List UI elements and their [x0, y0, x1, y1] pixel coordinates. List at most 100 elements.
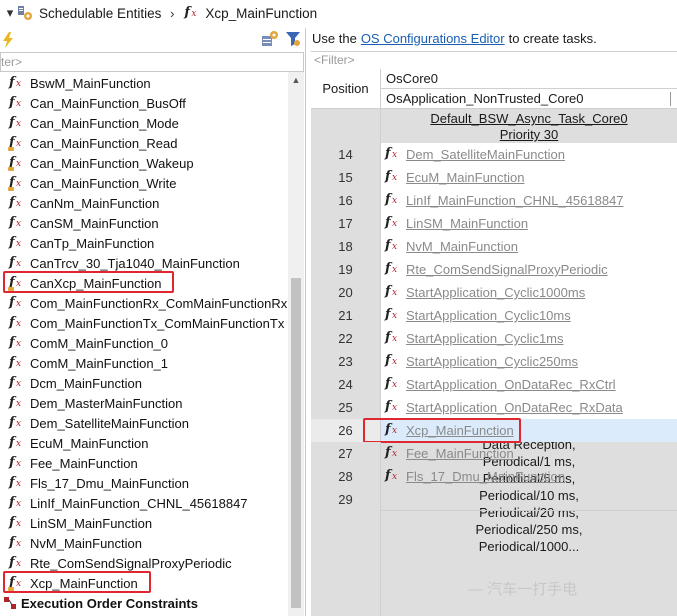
application-header[interactable]: OsApplication_NonTrusted_Core0	[381, 89, 677, 109]
row-entity-cell[interactable]: f x Fls_17_Dmu_MainFunction	[381, 465, 677, 488]
task-entity-row[interactable]: 17 f x LinSM_MainFunction	[311, 212, 677, 235]
task-entity-row[interactable]: 29	[311, 488, 677, 511]
core-header[interactable]: OsCore0	[381, 69, 677, 89]
tree-item[interactable]: f x Can_MainFunction_Mode	[0, 113, 288, 133]
tree-item[interactable]: f x CanSM_MainFunction	[0, 213, 288, 233]
tree-item[interactable]: f x ComM_MainFunction_1	[0, 353, 288, 373]
breadcrumb-root[interactable]: ▾ Schedulable Entities	[3, 0, 162, 26]
editor-hint: Use the OS Configurations Editor to crea…	[307, 28, 677, 48]
breadcrumb-current[interactable]: fx Xcp_MainFunction	[183, 0, 317, 26]
row-entity-cell[interactable]: f x NvM_MainFunction	[381, 235, 677, 258]
task-entity-row[interactable]: 15 f x EcuM_MainFunction	[311, 166, 677, 189]
scroll-thumb[interactable]	[291, 278, 301, 608]
tree-item[interactable]: f x CanTrcv_30_Tja1040_MainFunction	[0, 253, 288, 273]
task-entity-row[interactable]: 25 f x StartApplication_OnDataRec_RxData	[311, 396, 677, 419]
os-configurations-editor-link[interactable]: OS Configurations Editor	[361, 31, 505, 46]
tree-item[interactable]: f x Com_MainFunctionTx_ComMainFunctionTx	[0, 313, 288, 333]
row-entity-cell[interactable]: f x Rte_ComSendSignalProxyPeriodic	[381, 258, 677, 281]
tree-item[interactable]: f x Fls_17_Dmu_MainFunction	[0, 473, 288, 493]
row-entity-name[interactable]: StartApplication_OnDataRec_RxCtrl	[406, 377, 616, 392]
row-entity-name[interactable]: Xcp_MainFunction	[406, 423, 514, 438]
row-entity-cell[interactable]: f x StartApplication_Cyclic1ms	[381, 327, 677, 350]
row-position: 26	[311, 419, 381, 442]
row-entity-name[interactable]: Fls_17_Dmu_MainFunction	[406, 469, 565, 484]
task-entity-row[interactable]: 18 f x NvM_MainFunction	[311, 235, 677, 258]
row-entity-cell[interactable]: f x Dem_SatelliteMainFunction	[381, 143, 677, 166]
tree-item[interactable]: f x Dcm_MainFunction	[0, 373, 288, 393]
entities-gear-icon	[18, 6, 32, 20]
task-entity-row[interactable]: 23 f x StartApplication_Cyclic250ms	[311, 350, 677, 373]
row-entity-cell[interactable]: f x StartApplication_OnDataRec_RxData	[381, 396, 677, 419]
tree-item[interactable]: f x Fee_MainFunction	[0, 453, 288, 473]
position-column-header[interactable]: Position	[311, 69, 381, 109]
tree-item[interactable]: f x CanXcp_MainFunction	[0, 273, 288, 293]
row-entity-name[interactable]: StartApplication_Cyclic1000ms	[406, 285, 585, 300]
task-entity-row[interactable]: 27 f x Fee_MainFunction	[311, 442, 677, 465]
vertical-scrollbar[interactable]: ▲	[288, 72, 304, 616]
row-entity-name[interactable]: EcuM_MainFunction	[406, 170, 525, 185]
left-filter-input[interactable]: ter>	[0, 52, 304, 72]
row-entity-cell[interactable]: f x StartApplication_Cyclic250ms	[381, 350, 677, 373]
function-icon: fx	[385, 146, 398, 161]
task-entity-row[interactable]: 22 f x StartApplication_Cyclic1ms	[311, 327, 677, 350]
tree-item[interactable]: f x Can_MainFunction_Write	[0, 173, 288, 193]
row-entity-name[interactable]: LinIf_MainFunction_CHNL_45618847	[406, 193, 624, 208]
row-entity-name[interactable]: LinSM_MainFunction	[406, 216, 528, 231]
lightning-icon[interactable]	[2, 32, 14, 48]
filter-settings-icon[interactable]	[260, 30, 280, 48]
tree-item[interactable]: f x BswM_MainFunction	[0, 73, 288, 93]
row-entity-cell[interactable]: f x StartApplication_OnDataRec_RxCtrl	[381, 373, 677, 396]
tree-item[interactable]: f x Rte_ComSendSignalProxyPeriodic	[0, 553, 288, 573]
row-entity-cell[interactable]: f x StartApplication_Cyclic10ms	[381, 304, 677, 327]
tree-item-label: Fee_MainFunction	[30, 455, 138, 471]
function-icon: fx	[385, 261, 398, 276]
row-entity-name[interactable]: StartApplication_Cyclic10ms	[406, 308, 571, 323]
tree-item[interactable]: f x CanTp_MainFunction	[0, 233, 288, 253]
function-icon: fx	[9, 374, 22, 390]
row-entity-name[interactable]: Fee_MainFunction	[406, 446, 514, 461]
tree-item[interactable]: f x LinIf_MainFunction_CHNL_45618847	[0, 493, 288, 513]
row-entity-name[interactable]: StartApplication_Cyclic1ms	[406, 331, 564, 346]
function-icon: fx	[385, 330, 398, 345]
tree-item[interactable]: f x EcuM_MainFunction	[0, 433, 288, 453]
tree-item[interactable]: f x Xcp_MainFunction	[0, 573, 288, 593]
row-entity-name[interactable]: NvM_MainFunction	[406, 239, 518, 254]
function-icon: fx	[8, 154, 22, 171]
tree-item[interactable]: f x Com_MainFunctionRx_ComMainFunctionRx	[0, 293, 288, 313]
row-entity-cell[interactable]: f x LinSM_MainFunction	[381, 212, 677, 235]
task-entity-row[interactable]: 20 f x StartApplication_Cyclic1000ms	[311, 281, 677, 304]
tree-item[interactable]: f x Dem_SatelliteMainFunction	[0, 413, 288, 433]
task-entity-row[interactable]: 16 f x LinIf_MainFunction_CHNL_45618847	[311, 189, 677, 212]
tree-item[interactable]: f x NvM_MainFunction	[0, 533, 288, 553]
row-entity-name[interactable]: StartApplication_OnDataRec_RxData	[406, 400, 623, 415]
tree-item[interactable]: f x Can_MainFunction_Wakeup	[0, 153, 288, 173]
row-entity-cell[interactable]: f x EcuM_MainFunction	[381, 166, 677, 189]
right-filter-input[interactable]: <Filter>	[311, 51, 677, 69]
row-entity-name[interactable]: Rte_ComSendSignalProxyPeriodic	[406, 262, 608, 277]
task-entity-row[interactable]: 14 f x Dem_SatelliteMainFunction	[311, 143, 677, 166]
tree-item[interactable]: f x Can_MainFunction_Read	[0, 133, 288, 153]
row-position: 21	[311, 304, 381, 327]
tree-item[interactable]: f x Can_MainFunction_BusOff	[0, 93, 288, 113]
execution-order-constraints-item[interactable]: Execution Order Constraints	[0, 593, 288, 613]
row-entity-cell[interactable]: f x StartApplication_Cyclic1000ms	[381, 281, 677, 304]
tree-item[interactable]: f x LinSM_MainFunction	[0, 513, 288, 533]
tree-item[interactable]: f x Dem_MasterMainFunction	[0, 393, 288, 413]
task-entity-row[interactable]: 24 f x StartApplication_OnDataRec_RxCtrl	[311, 373, 677, 396]
row-entity-cell[interactable]: f x Xcp_MainFunction	[381, 419, 677, 442]
scroll-up-icon[interactable]: ▲	[288, 72, 304, 88]
task-header[interactable]: Default_BSW_Async_Task_Core0 Priority 30	[381, 109, 677, 143]
row-entity-cell[interactable]: f x LinIf_MainFunction_CHNL_45618847	[381, 189, 677, 212]
tree-item[interactable]: f x CanNm_MainFunction	[0, 193, 288, 213]
task-entity-row[interactable]: 28 f x Fls_17_Dmu_MainFunction	[311, 465, 677, 488]
row-entity-name[interactable]: Dem_SatelliteMainFunction	[406, 147, 565, 162]
chevron-down-icon[interactable]: ▾	[3, 5, 17, 21]
task-entity-row[interactable]: 19 f x Rte_ComSendSignalProxyPeriodic	[311, 258, 677, 281]
tree-item[interactable]: f x ComM_MainFunction_0	[0, 333, 288, 353]
funnel-icon[interactable]	[284, 30, 302, 48]
row-entity-cell[interactable]	[381, 488, 677, 511]
row-entity-cell[interactable]: f x Fee_MainFunction	[381, 442, 677, 465]
task-entity-row[interactable]: 21 f x StartApplication_Cyclic10ms	[311, 304, 677, 327]
task-entity-row[interactable]: 26 f x Xcp_MainFunction	[311, 419, 677, 442]
row-entity-name[interactable]: StartApplication_Cyclic250ms	[406, 354, 578, 369]
